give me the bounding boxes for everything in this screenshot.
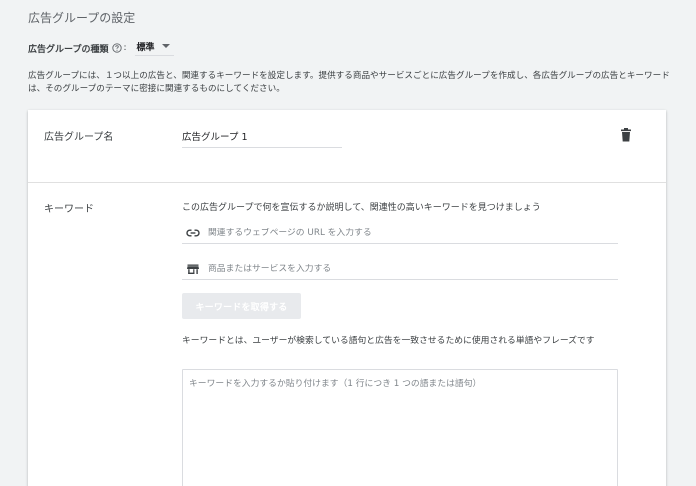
store-icon bbox=[186, 262, 200, 276]
ad-group-type-dropdown[interactable]: 標準 bbox=[134, 40, 174, 56]
webpage-url-field bbox=[182, 222, 618, 244]
ad-group-name-label: 広告グループ名 bbox=[44, 132, 114, 143]
webpage-url-input[interactable] bbox=[208, 227, 608, 238]
keywords-label: キーワード bbox=[44, 204, 94, 215]
ad-group-card: 広告グループ名 キーワード この広告グループで何を宣伝するか説明して、関連性の高… bbox=[28, 110, 666, 486]
ad-group-type-row: 広告グループの種類 : 標準 bbox=[28, 40, 174, 56]
ad-group-description: 広告グループには、１つ以上の広告と、関連するキーワードを設定します。提供する商品… bbox=[28, 71, 670, 94]
product-service-input[interactable] bbox=[208, 263, 608, 274]
ad-group-type-label: 広告グループの種類 bbox=[28, 44, 109, 55]
ad-group-type-value: 標準 bbox=[136, 42, 155, 53]
product-service-field bbox=[182, 258, 618, 280]
ad-group-name-input[interactable] bbox=[182, 128, 342, 148]
get-keywords-button[interactable]: キーワードを取得する bbox=[182, 293, 301, 319]
page-title: 広告グループの設定 bbox=[28, 11, 136, 25]
chevron-down-icon bbox=[161, 44, 170, 48]
keywords-explanation: キーワードとは、ユーザーが検索している語句と広告を一致させるために使用される単語… bbox=[182, 336, 595, 346]
ad-group-name-section: 広告グループ名 bbox=[28, 110, 666, 183]
link-icon bbox=[186, 226, 200, 240]
help-icon[interactable] bbox=[112, 43, 123, 53]
keywords-textarea[interactable] bbox=[182, 369, 618, 486]
keywords-intro: この広告グループで何を宣伝するか説明して、関連性の高いキーワードを見つけましょう bbox=[182, 203, 541, 213]
trash-icon[interactable] bbox=[619, 127, 633, 143]
type-colon: : bbox=[123, 43, 127, 53]
